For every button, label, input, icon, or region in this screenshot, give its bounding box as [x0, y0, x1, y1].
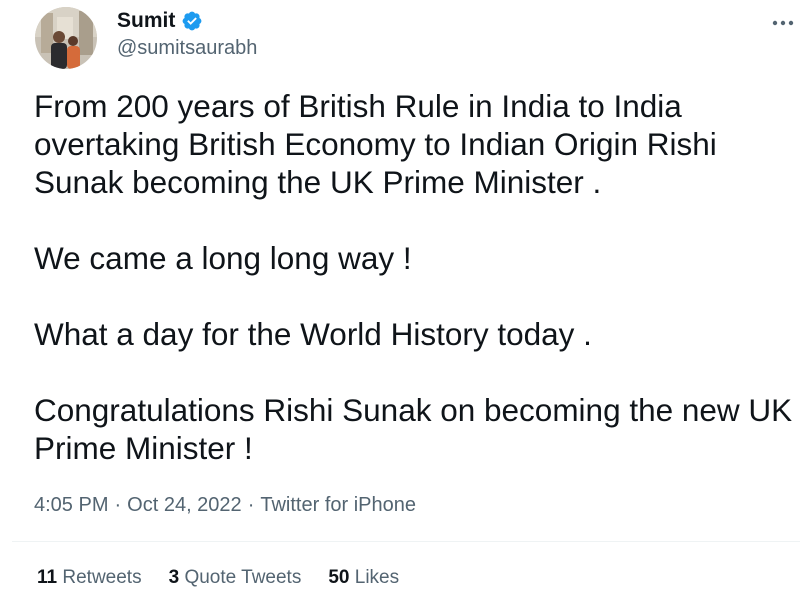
tweet-paragraph: Congratulations Rishi Sunak on becoming …: [34, 392, 793, 466]
retweets-count: 11: [37, 567, 58, 588]
more-horizontal-icon[interactable]: [770, 10, 796, 36]
tweet-paragraph: From 200 years of British Rule in India …: [34, 88, 717, 200]
user-handle[interactable]: @sumitsaurabh: [117, 37, 257, 60]
display-name-row: Sumit: [117, 9, 203, 33]
quote-tweets-count: 3: [168, 567, 180, 588]
tweet-card: Sumit @sumitsaurabh From 200 years of Br…: [0, 0, 800, 592]
retweets-stat[interactable]: 11 Retweets: [37, 567, 142, 589]
tweet-time[interactable]: 4:05 PM: [34, 494, 108, 517]
likes-count: 50: [328, 567, 350, 588]
tweet-metadata: 4:05 PM · Oct 24, 2022 · Twitter for iPh…: [34, 494, 416, 517]
tweet-paragraph: We came a long long way !: [34, 240, 412, 276]
verified-badge-icon: [181, 10, 203, 32]
tweet-text: From 200 years of British Rule in India …: [34, 87, 794, 467]
quote-tweets-label: Quote Tweets: [184, 567, 302, 588]
quote-tweets-stat[interactable]: 3 Quote Tweets: [169, 567, 302, 589]
avatar[interactable]: [35, 7, 97, 69]
divider: [12, 541, 800, 542]
likes-label: Likes: [354, 567, 400, 588]
meta-separator: ·: [247, 494, 255, 516]
tweet-date[interactable]: Oct 24, 2022: [127, 494, 242, 517]
retweets-label: Retweets: [62, 567, 142, 588]
meta-separator: ·: [114, 494, 122, 516]
tweet-paragraph: What a day for the World History today .: [34, 316, 592, 352]
tweet-source[interactable]: Twitter for iPhone: [260, 494, 416, 517]
likes-stat[interactable]: 50 Likes: [328, 567, 399, 589]
engagement-stats: 11 Retweets 3 Quote Tweets 50 Likes: [37, 567, 399, 589]
avatar-photo: [35, 7, 97, 69]
display-name[interactable]: Sumit: [117, 9, 175, 33]
